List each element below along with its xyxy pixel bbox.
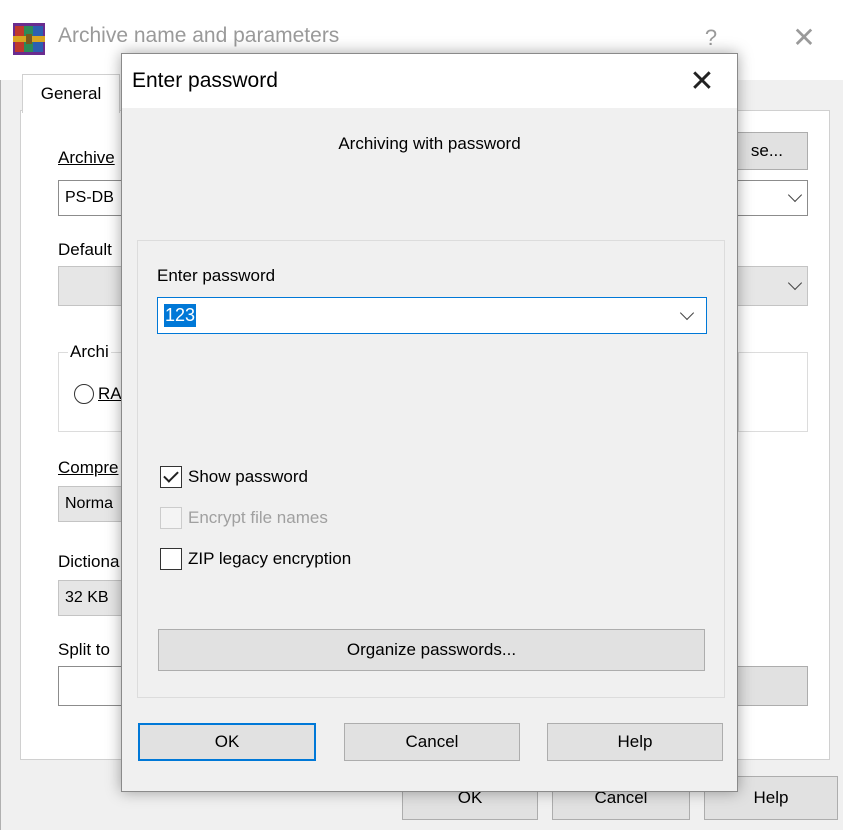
tab-general[interactable]: General xyxy=(22,74,120,113)
cancel-button[interactable]: Cancel xyxy=(344,723,520,761)
password-input[interactable]: 123 xyxy=(157,297,707,334)
default-profile-label: Default xyxy=(58,240,112,259)
encrypt-file-names-label: Encrypt file names xyxy=(188,508,328,527)
archiving-options-list[interactable] xyxy=(738,352,808,432)
show-password-checkbox[interactable] xyxy=(160,466,182,488)
ok-button[interactable]: OK xyxy=(138,723,316,761)
dictionary-size-label: Dictiona xyxy=(58,552,120,571)
password-label: Enter password xyxy=(157,266,276,285)
password-value: 123 xyxy=(164,304,197,327)
compression-method-label: Compre xyxy=(58,458,119,477)
archive-name-label: Archive xyxy=(58,148,115,167)
background-window-title: Archive name and parameters xyxy=(58,24,340,47)
close-icon[interactable]: ✕ xyxy=(784,20,824,56)
checkmark-icon xyxy=(163,467,179,483)
zip-legacy-encryption-checkbox[interactable] xyxy=(160,548,182,570)
rar-radio-label: RA xyxy=(98,384,122,403)
chevron-down-icon[interactable] xyxy=(679,305,695,321)
zip-legacy-encryption-label: ZIP legacy encryption xyxy=(188,549,352,568)
enter-password-dialog: Enter password ✕ Archiving with password… xyxy=(121,53,738,792)
close-icon[interactable]: ✕ xyxy=(677,62,727,102)
archive-format-label: Archi xyxy=(68,342,111,362)
winrar-app-icon xyxy=(13,23,45,55)
help-icon[interactable]: ? xyxy=(696,20,726,56)
help-button[interactable]: Help xyxy=(547,723,723,761)
show-password-label: Show password xyxy=(188,467,309,486)
dialog-title: Enter password xyxy=(132,69,278,92)
organize-passwords-button[interactable]: Organize passwords... xyxy=(158,629,705,671)
dialog-heading: Archiving with password xyxy=(338,134,521,153)
split-volumes-label: Split to xyxy=(58,640,110,659)
rar-radio[interactable] xyxy=(74,384,94,404)
encrypt-file-names-checkbox[interactable] xyxy=(160,507,182,529)
